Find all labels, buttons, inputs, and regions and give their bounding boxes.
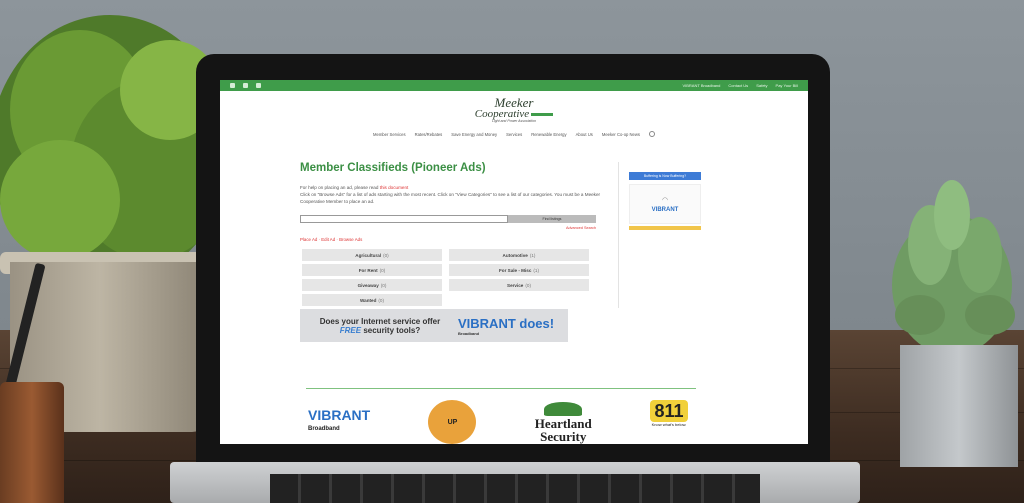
category-for-sale-misc[interactable]: For Sale - Misc (1) xyxy=(449,264,589,276)
top-bar: VIBRANT Broadband Contact Us Safety Pay … xyxy=(220,80,808,91)
banner-question: Does your Internet service offer FREE se… xyxy=(319,316,441,335)
nav-save-energy[interactable]: Save Energy and Money xyxy=(451,132,497,137)
category-service[interactable]: Service (0) xyxy=(449,279,589,291)
keyboard xyxy=(270,474,760,503)
nav-renewable-energy[interactable]: Renewable Energy xyxy=(531,132,566,137)
twitter-icon[interactable] xyxy=(256,83,261,88)
instructions-paragraph: Click on "Browse Ads" for a list of ads … xyxy=(300,192,601,204)
nav-rates-rebates[interactable]: Rates/Rebates xyxy=(415,132,443,137)
find-listings-button[interactable]: Find listings xyxy=(508,215,596,223)
topbar-link-contact[interactable]: Contact Us xyxy=(728,83,748,88)
footer-logos: VIBRANT Broadband UP Heartland Security 8… xyxy=(308,400,688,444)
category-giveaway[interactable]: Giveaway (0) xyxy=(302,279,442,291)
search-row: Find listings xyxy=(300,215,620,223)
811-logo[interactable]: 811 Know what's below. xyxy=(650,400,688,444)
category-wanted[interactable]: Wanted (0) xyxy=(302,294,442,306)
concrete-planter xyxy=(900,345,1018,467)
browse-ads-link[interactable]: Browse Ads xyxy=(339,237,362,242)
sidebar-ad[interactable]: ◠ VIBRANT xyxy=(629,184,701,224)
advanced-search-link[interactable]: Advanced Search xyxy=(300,226,596,230)
sidebar-cta-bar[interactable] xyxy=(629,226,701,230)
topbar-link-safety[interactable]: Safety xyxy=(756,83,767,88)
sidebar-brand: VIBRANT xyxy=(651,206,679,213)
banner-brand: VIBRANT does! Broadband xyxy=(458,315,555,336)
main-content: Member Classifieds (Pioneer Ads) For hel… xyxy=(300,162,620,342)
category-agricultural[interactable]: Agricultural (0) xyxy=(302,249,442,261)
help-document-link[interactable]: this document xyxy=(380,185,409,190)
phone-icon xyxy=(230,83,235,88)
heartland-security-logo[interactable]: Heartland Security xyxy=(535,401,592,443)
place-ad-link[interactable]: Place Ad xyxy=(300,237,317,242)
sidebar: Buffering is Now Buffering? ◠ VIBRANT xyxy=(618,162,718,308)
vibrant-logo[interactable]: VIBRANT Broadband xyxy=(308,408,370,436)
category-automotive[interactable]: Automotive (1) xyxy=(449,249,589,261)
help-paragraph: For help on placing an ad, please read t… xyxy=(300,185,409,190)
nav-services[interactable]: Services xyxy=(506,132,522,137)
topbar-link-pay-bill[interactable]: Pay Your Bill xyxy=(776,83,798,88)
nav-about-us[interactable]: About Us xyxy=(576,132,593,137)
footer-divider xyxy=(306,388,696,389)
browser-screen: VIBRANT Broadband Contact Us Safety Pay … xyxy=(220,80,808,444)
logo-tagline: Light and Power Association xyxy=(491,119,537,123)
sidebar-promo-button[interactable]: Buffering is Now Buffering? xyxy=(629,172,701,180)
ad-actions: Place Ad · Edit Ad · Browse Ads xyxy=(300,237,363,242)
category-for-rent[interactable]: For Rent (0) xyxy=(302,264,442,276)
listing-search-input[interactable] xyxy=(300,215,508,223)
edit-ad-link[interactable]: Edit Ad xyxy=(321,237,335,242)
wifi-icon: ◠ xyxy=(661,196,669,204)
nav-member-services[interactable]: Member Services xyxy=(373,132,406,137)
site-logo[interactable]: Meeker Cooperative Light and Power Assoc… xyxy=(220,96,808,123)
vibrant-ad-banner[interactable]: Does your Internet service offer FREE se… xyxy=(300,309,568,342)
facebook-icon[interactable] xyxy=(243,83,248,88)
wooden-pen-cup xyxy=(0,382,64,503)
tree-icon xyxy=(544,401,583,416)
search-icon[interactable] xyxy=(649,131,655,137)
category-grid: Agricultural (0) Automotive (1) For Rent (0… xyxy=(302,249,620,306)
page-title: Member Classifieds (Pioneer Ads) xyxy=(300,162,486,174)
topbar-link-vibrant[interactable]: VIBRANT Broadband xyxy=(682,83,720,88)
round-up-logo[interactable]: UP xyxy=(428,400,477,444)
main-nav: Member Services Rates/Rebates Save Energ… xyxy=(220,129,808,139)
nav-coop-news[interactable]: Meeker Co-op News xyxy=(602,132,640,137)
